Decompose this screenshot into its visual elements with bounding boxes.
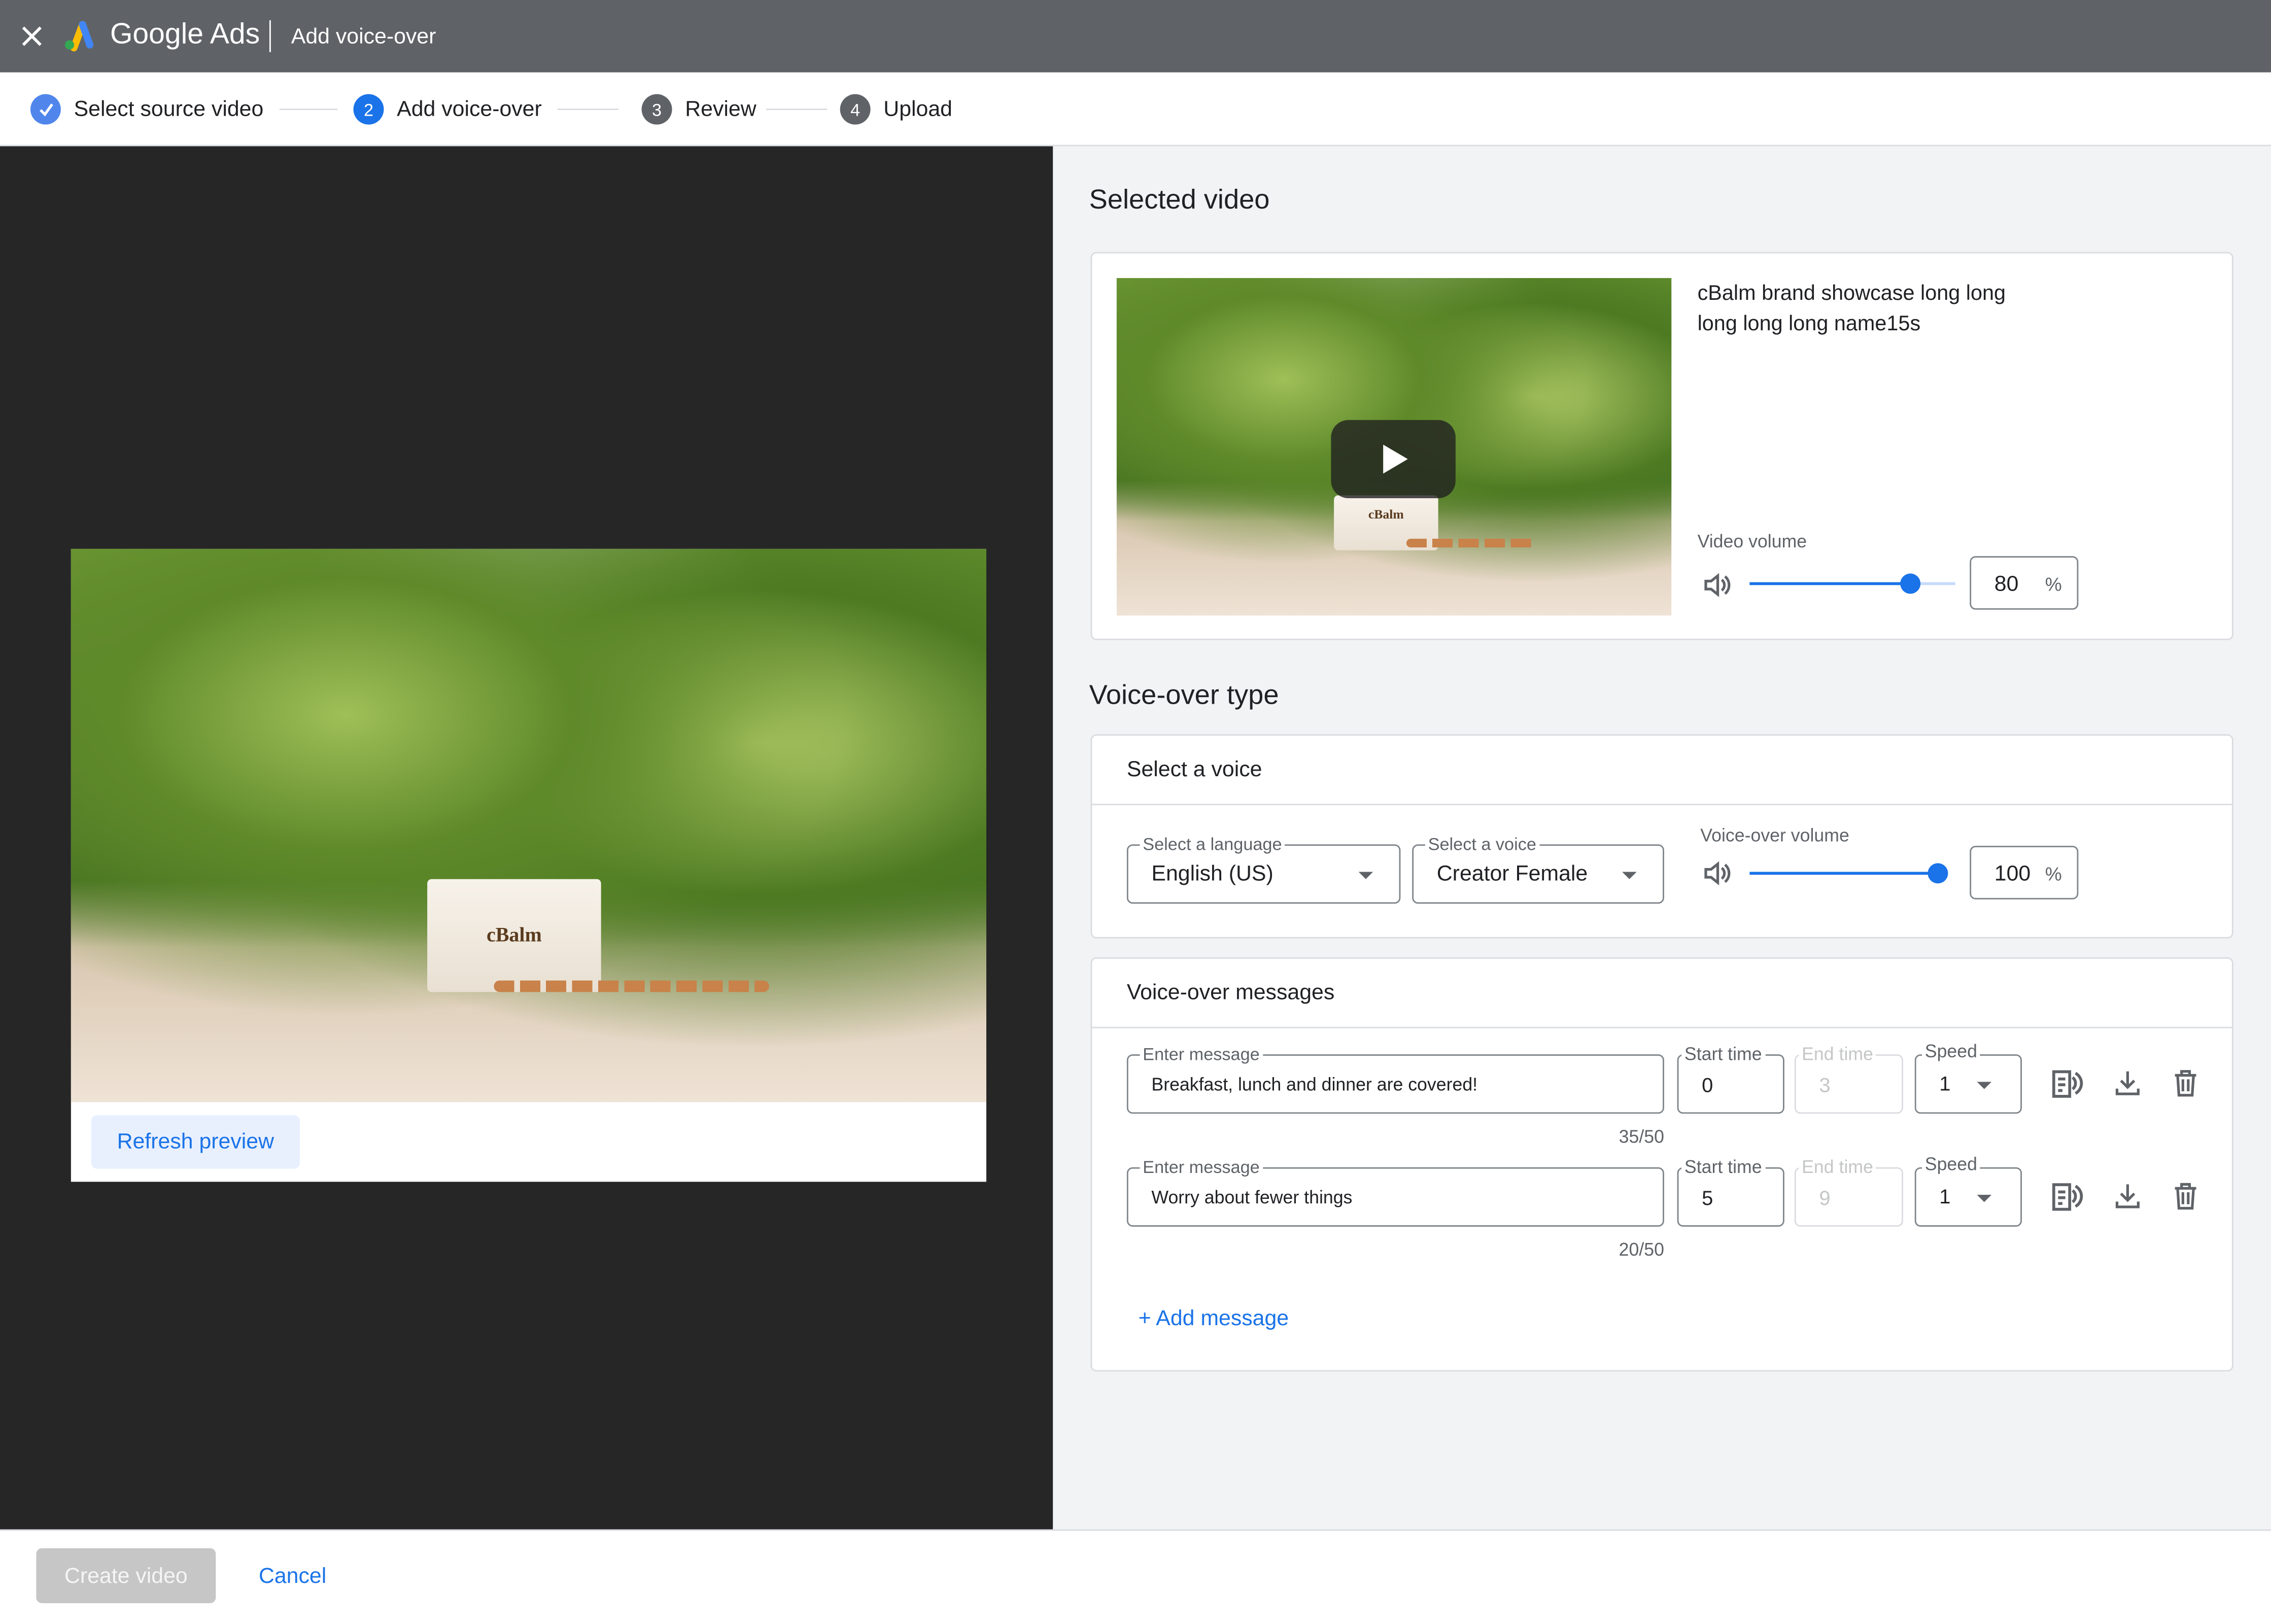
step-label: Upload — [883, 97, 953, 122]
delete-icon[interactable] — [2166, 1064, 2204, 1102]
video-thumbnail[interactable]: cBalm — [1116, 278, 1672, 616]
character-counter: 20/50 — [1619, 1239, 1664, 1260]
video-volume-input[interactable]: 80 % — [1970, 556, 2079, 610]
footer: Create video Cancel — [0, 1529, 2271, 1624]
selected-video-card: cBalm cBalm brand showcase long long lon… — [1090, 252, 2233, 640]
voice-over-type-heading: Voice-over type — [1089, 680, 1279, 711]
language-select[interactable]: Select a language English (US) — [1126, 834, 1401, 904]
delete-icon[interactable] — [2166, 1178, 2204, 1215]
step-number: 2 — [353, 94, 384, 125]
step-number: 3 — [641, 94, 672, 125]
divider — [1092, 804, 2232, 806]
voice-volume-slider[interactable] — [1749, 863, 1948, 884]
slider-handle[interactable] — [1900, 573, 1920, 594]
check-icon — [30, 94, 61, 125]
product-jar: cBalm — [427, 879, 601, 992]
step-upload[interactable]: 4 Upload — [840, 94, 952, 125]
speed-select[interactable]: Speed 1 — [1914, 1154, 2022, 1227]
message-input[interactable]: Enter message Breakfast, lunch and dinne… — [1126, 1044, 1664, 1114]
end-time-input: End time 9 — [1794, 1157, 1903, 1227]
voice-over-messages-card: Voice-over messages Enter message Breakf… — [1090, 957, 2233, 1372]
start-time-input[interactable]: Start time 0 — [1677, 1044, 1784, 1114]
step-number: 4 — [840, 94, 871, 125]
preview-audio-icon[interactable] — [2048, 1064, 2085, 1102]
step-add-voice-over[interactable]: 2 Add voice-over — [353, 94, 542, 125]
step-label: Review — [685, 97, 756, 122]
app-name: Google Ads — [110, 19, 260, 51]
video-title: cBalm brand showcase long long long long… — [1697, 282, 2006, 336]
header-divider — [269, 20, 271, 52]
end-time-input: End time 3 — [1794, 1044, 1903, 1114]
card-title: Select a voice — [1126, 757, 1262, 782]
voice-volume-input[interactable]: 100 % — [1970, 846, 2079, 900]
character-counter: 35/50 — [1619, 1126, 1664, 1147]
speed-select[interactable]: Speed 1 — [1914, 1041, 2022, 1114]
play-button-icon[interactable] — [1331, 420, 1456, 498]
card-title: Voice-over messages — [1126, 980, 1335, 1006]
volume-icon[interactable] — [1700, 856, 1735, 891]
select-voice-card: Select a voice Select a language English… — [1090, 734, 2233, 939]
selected-video-heading: Selected video — [1089, 185, 1270, 216]
dropdown-arrow-icon — [1977, 1194, 1992, 1201]
volume-icon[interactable] — [1700, 568, 1735, 603]
step-label: Add voice-over — [397, 97, 542, 122]
step-connector — [558, 109, 618, 110]
download-icon[interactable] — [2109, 1178, 2146, 1215]
download-icon[interactable] — [2109, 1064, 2146, 1102]
close-icon[interactable] — [17, 22, 46, 51]
video-volume-label: Video volume — [1697, 531, 1807, 552]
create-video-button[interactable]: Create video — [36, 1548, 216, 1604]
add-message-button[interactable]: + Add message — [1139, 1306, 1289, 1331]
page-title: Add voice-over — [291, 24, 436, 50]
step-connector — [279, 109, 338, 110]
dropdown-arrow-icon — [1977, 1081, 1992, 1089]
step-label: Select source video — [74, 97, 264, 122]
preview-card: cBalm Refresh preview — [71, 548, 986, 1182]
message-row: Enter message Breakfast, lunch and dinne… — [1092, 1041, 2232, 1156]
stepper: Select source video 2 Add voice-over 3 R… — [0, 72, 2271, 147]
top-bar: Google Ads Add voice-over — [0, 0, 2271, 73]
preview-video[interactable]: cBalm — [71, 548, 986, 1102]
dropdown-arrow-icon — [1622, 871, 1637, 879]
settings-panel: Selected video cBalm cBalm brand showcas… — [1053, 146, 2271, 1530]
refresh-preview-button[interactable]: Refresh preview — [91, 1115, 300, 1169]
cancel-button[interactable]: Cancel — [246, 1548, 339, 1603]
start-time-input[interactable]: Start time 5 — [1677, 1157, 1784, 1227]
almonds — [1406, 538, 1537, 548]
message-row: Enter message Worry about fewer things S… — [1092, 1154, 2232, 1269]
voice-volume-label: Voice-over volume — [1700, 825, 1849, 846]
almonds — [494, 980, 769, 992]
step-review[interactable]: 3 Review — [641, 94, 756, 125]
step-connector — [766, 109, 827, 110]
voice-select[interactable]: Select a voice Creator Female — [1412, 834, 1664, 904]
divider — [1092, 1026, 2232, 1028]
preview-audio-icon[interactable] — [2048, 1178, 2085, 1215]
step-select-source-video[interactable]: Select source video — [30, 94, 263, 125]
preview-panel: cBalm Refresh preview — [0, 146, 1053, 1530]
message-input[interactable]: Enter message Worry about fewer things — [1126, 1157, 1664, 1227]
dropdown-arrow-icon — [1358, 871, 1373, 879]
slider-handle[interactable] — [1928, 863, 1948, 884]
video-volume-slider[interactable] — [1749, 573, 1955, 594]
google-ads-logo-icon — [61, 19, 96, 54]
